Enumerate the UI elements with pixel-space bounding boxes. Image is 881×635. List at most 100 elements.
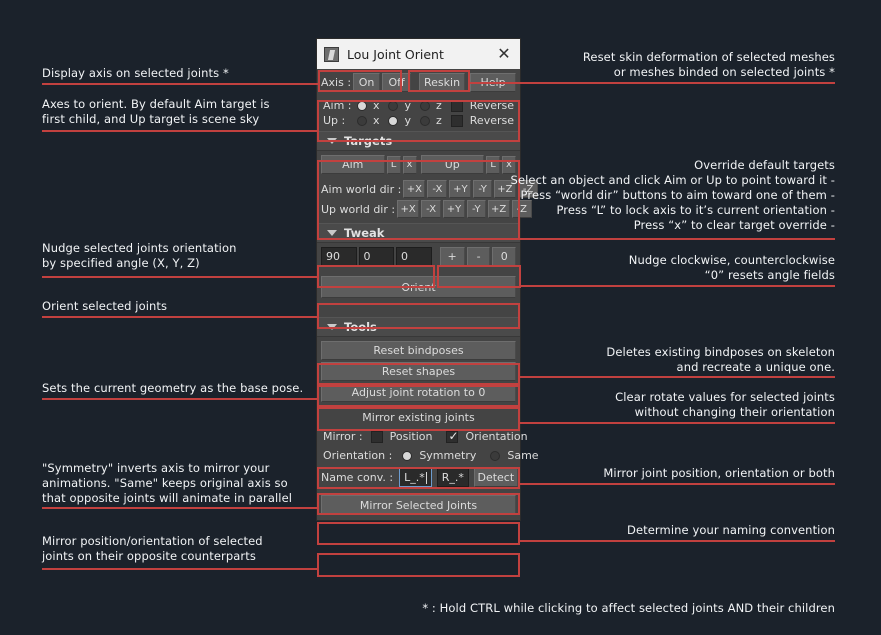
aim-dir-plus-y-button[interactable]: +Y — [449, 180, 472, 198]
mirror-orientation-checkbox[interactable] — [446, 429, 459, 443]
up-y-radio[interactable] — [388, 115, 399, 126]
tweak-z-input[interactable]: 0 — [396, 247, 432, 266]
up-x-radio[interactable] — [356, 115, 367, 126]
mirror-label: Mirror : — [323, 430, 363, 443]
up-lock-button[interactable]: L — [486, 155, 500, 174]
aim-reverse-label: Reverse — [469, 99, 514, 112]
tweak-section-header[interactable]: Tweak — [317, 223, 520, 243]
annotation-reset-skin: Reset skin deformation of selected meshe… — [582, 50, 835, 79]
tools-section-header[interactable]: Tools — [317, 317, 520, 337]
name-right-input[interactable]: R_.* — [436, 468, 469, 487]
leader-delete-bindposes — [520, 376, 835, 378]
orientation-row-label: Orientation : — [323, 449, 393, 462]
reskin-button[interactable]: Reskin — [419, 73, 466, 92]
annotation-override-targets: Override default targets Select an objec… — [510, 158, 835, 232]
up-dir-plus-x-button[interactable]: +X — [397, 200, 420, 218]
aim-target-button[interactable]: Aim — [321, 155, 385, 174]
up-dir-minus-x-button[interactable]: -X — [421, 200, 442, 218]
annotation-nudge-clockwise: Nudge clockwise, counterclockwise “0” re… — [628, 253, 835, 282]
aim-y-label: y — [404, 99, 411, 112]
chevron-down-icon — [327, 138, 337, 144]
chevron-down-icon — [327, 324, 337, 330]
name-left-input[interactable]: L_.* — [399, 468, 432, 487]
aim-label: Aim : — [323, 99, 352, 112]
orient-button[interactable]: Orient — [321, 276, 516, 298]
leader-naming-convention — [520, 540, 835, 542]
same-label: Same — [507, 449, 539, 462]
reset-shapes-row: Reset shapes — [317, 361, 520, 382]
annotation-delete-bindposes: Deletes existing bindposes on skeleton a… — [606, 345, 835, 374]
aim-dir-minus-y-button[interactable]: -Y — [473, 180, 492, 198]
aim-z-label: z — [436, 99, 442, 112]
annotation-naming-convention: Determine your naming convention — [627, 523, 835, 537]
footnote: * : Hold CTRL while clicking to affect s… — [422, 601, 835, 615]
orientation-mode-row: Orientation : Symmetry Same — [317, 446, 539, 465]
leader-base-pose — [42, 398, 318, 400]
aim-dir-minus-x-button[interactable]: -X — [427, 180, 448, 198]
detect-button[interactable]: Detect — [473, 468, 518, 487]
adjust-joint-rotation-button[interactable]: Adjust joint rotation to 0 — [321, 383, 516, 402]
annotation-display-axis: Display axis on selected joints * — [42, 66, 229, 80]
axis-off-button[interactable]: Off — [382, 73, 411, 92]
aim-axis-row: Aim : x y z Reverse — [317, 96, 520, 113]
tweak-section-label: Tweak — [344, 226, 385, 240]
mirror-selected-row: Mirror Selected Joints — [317, 490, 520, 520]
text-caret — [425, 471, 427, 484]
up-dir-plus-y-button[interactable]: +Y — [443, 200, 466, 218]
name-conv-label: Name conv. : — [321, 471, 394, 484]
up-z-label: z — [436, 114, 442, 127]
tweak-x-input[interactable]: 90 — [321, 247, 357, 266]
name-convention-row: Name conv. : L_.* R_.* Detect — [317, 465, 520, 490]
axis-label: Axis : — [321, 76, 352, 89]
leader-orient-selected — [42, 316, 318, 318]
leader-reset-skin — [468, 82, 835, 84]
up-label: Up : — [323, 114, 346, 127]
tweak-minus-button[interactable]: - — [466, 247, 491, 266]
annotation-mirror-position: Mirror position/orientation of selected … — [42, 534, 263, 563]
name-left-value: L_.* — [404, 471, 425, 484]
reset-bindposes-row: Reset bindposes — [317, 337, 520, 361]
leader-display-axis — [42, 83, 318, 85]
aim-y-radio[interactable] — [388, 100, 399, 111]
tweak-y-input[interactable]: 0 — [358, 247, 394, 266]
chevron-down-icon — [327, 230, 337, 236]
aim-world-dir-row: Aim world dir : +X -X +Y -Y +Z -Z — [317, 176, 539, 199]
leader-symmetry-explain — [42, 507, 318, 509]
up-dir-minus-y-button[interactable]: -Y — [467, 200, 486, 218]
annotation-nudge-orientation: Nudge selected joints orientation by spe… — [42, 241, 237, 270]
up-z-radio[interactable] — [420, 115, 430, 126]
aim-clear-button[interactable]: x — [402, 155, 417, 174]
leader-mirror-position — [42, 568, 318, 570]
tweak-reset-button[interactable]: 0 — [492, 247, 516, 266]
title-bar: Lou Joint Orient ✕ — [317, 39, 520, 69]
reset-shapes-button[interactable]: Reset shapes — [321, 362, 516, 381]
aim-z-radio[interactable] — [420, 100, 430, 111]
aim-lock-button[interactable]: L — [386, 155, 401, 174]
aim-reverse-checkbox[interactable] — [450, 99, 463, 112]
mirror-position-checkbox[interactable] — [370, 430, 383, 443]
same-radio[interactable] — [490, 450, 501, 461]
aim-dir-plus-x-button[interactable]: +X — [403, 180, 426, 198]
tweak-plus-button[interactable]: + — [439, 247, 465, 266]
symmetry-radio[interactable] — [402, 450, 413, 461]
up-world-dir-label: Up world dir : — [321, 202, 396, 216]
targets-section-header[interactable]: Targets — [317, 131, 520, 151]
mirror-selected-joints-button[interactable]: Mirror Selected Joints — [321, 495, 516, 515]
tools-section-label: Tools — [344, 320, 377, 334]
leader-override-targets — [520, 238, 835, 240]
mirror-orientation-label: Orientation — [465, 430, 528, 443]
aim-x-radio[interactable] — [356, 100, 367, 111]
leader-clear-rotate — [520, 422, 835, 424]
up-y-label: y — [404, 114, 411, 127]
up-world-dir-row: Up world dir : +X -X +Y -Y +Z -Z — [317, 199, 533, 223]
up-reverse-checkbox[interactable] — [450, 114, 463, 127]
axis-on-button[interactable]: On — [353, 73, 381, 92]
close-icon[interactable]: ✕ — [494, 44, 514, 64]
leader-mirror-joint — [520, 483, 835, 485]
annotation-orient-selected: Orient selected joints — [42, 299, 168, 313]
dialog-body: Axis : On Off Reskin Help Aim : x y z Re… — [317, 69, 539, 520]
leader-nudge-orientation — [42, 276, 318, 278]
up-x-label: x — [372, 114, 380, 127]
up-target-button[interactable]: Up — [420, 155, 484, 174]
reset-bindposes-button[interactable]: Reset bindposes — [321, 341, 516, 360]
